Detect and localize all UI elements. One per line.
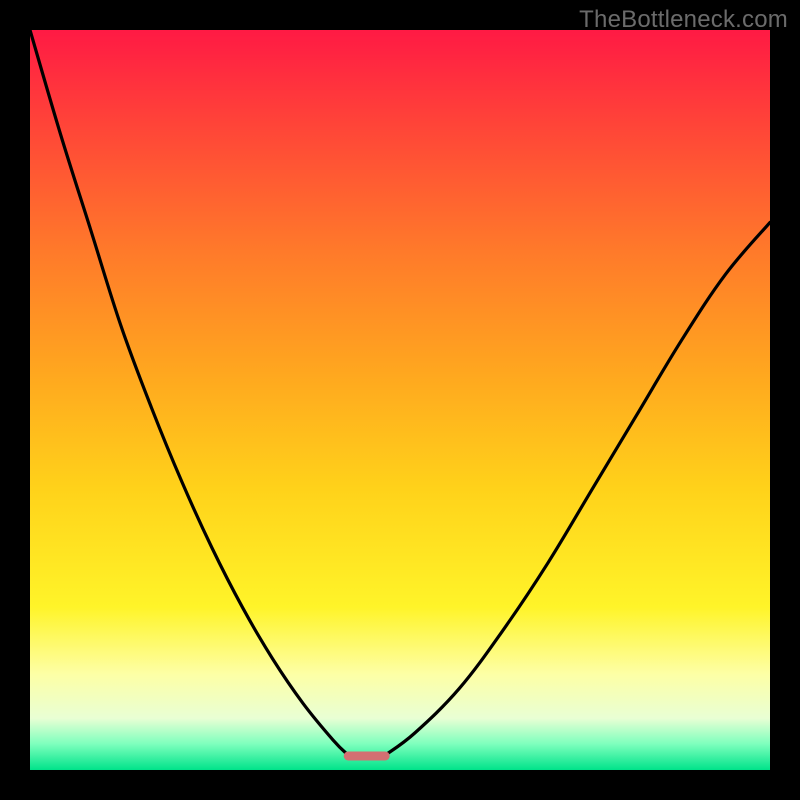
- watermark-text: TheBottleneck.com: [579, 6, 788, 34]
- chart-frame: TheBottleneck.com: [0, 0, 800, 800]
- chart-svg: [30, 30, 770, 770]
- plot-area: [30, 30, 770, 770]
- gradient-background: [30, 30, 770, 770]
